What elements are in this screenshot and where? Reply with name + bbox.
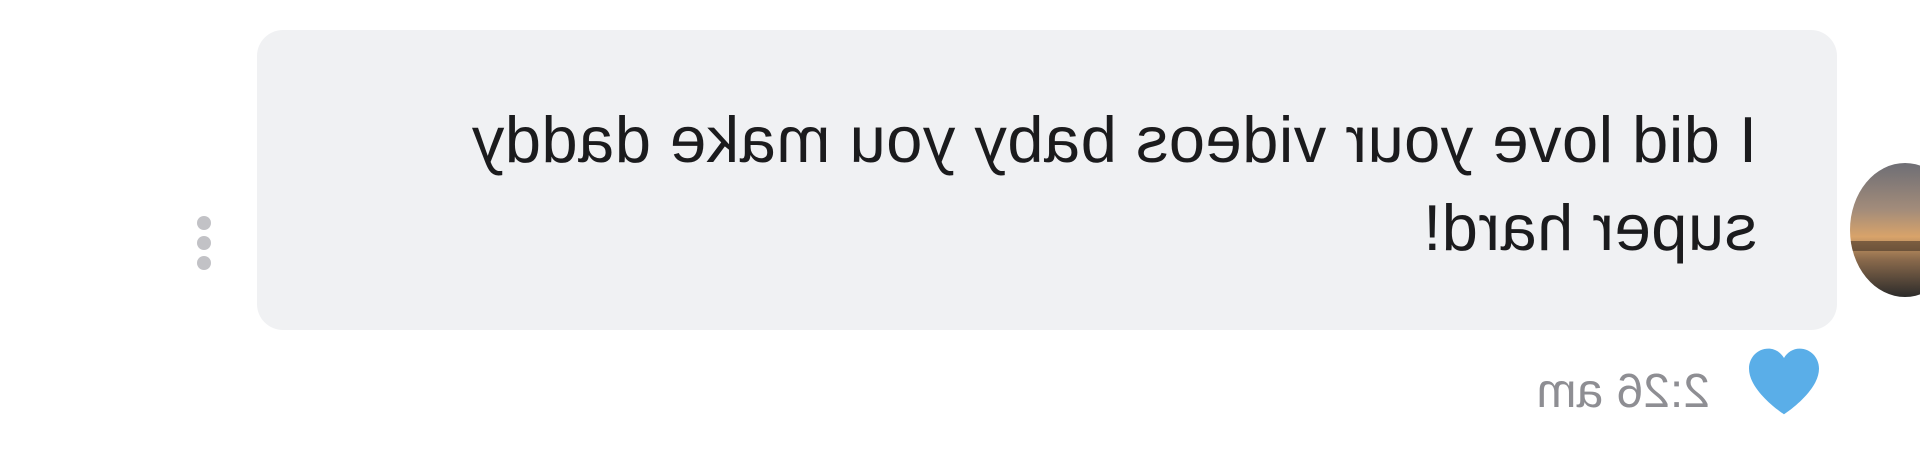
mirrored-message-row: I did love your videos baby you make dad… [0, 0, 1920, 466]
message-text: I did love your videos baby you make dad… [471, 103, 1757, 264]
sender-avatar[interactable] [1850, 163, 1920, 297]
more-options-dot [197, 236, 211, 250]
chat-view: I did love your videos baby you make dad… [0, 0, 1920, 466]
message-timestamp: 2:26 am [1536, 365, 1710, 418]
more-options-dot [197, 256, 211, 270]
message-bubble[interactable]: I did love your videos baby you make dad… [257, 30, 1837, 330]
avatar-photo-detail [1850, 241, 1920, 251]
heart-icon[interactable] [1744, 344, 1824, 418]
more-options-icon[interactable] [196, 216, 212, 270]
more-options-dot [197, 216, 211, 230]
